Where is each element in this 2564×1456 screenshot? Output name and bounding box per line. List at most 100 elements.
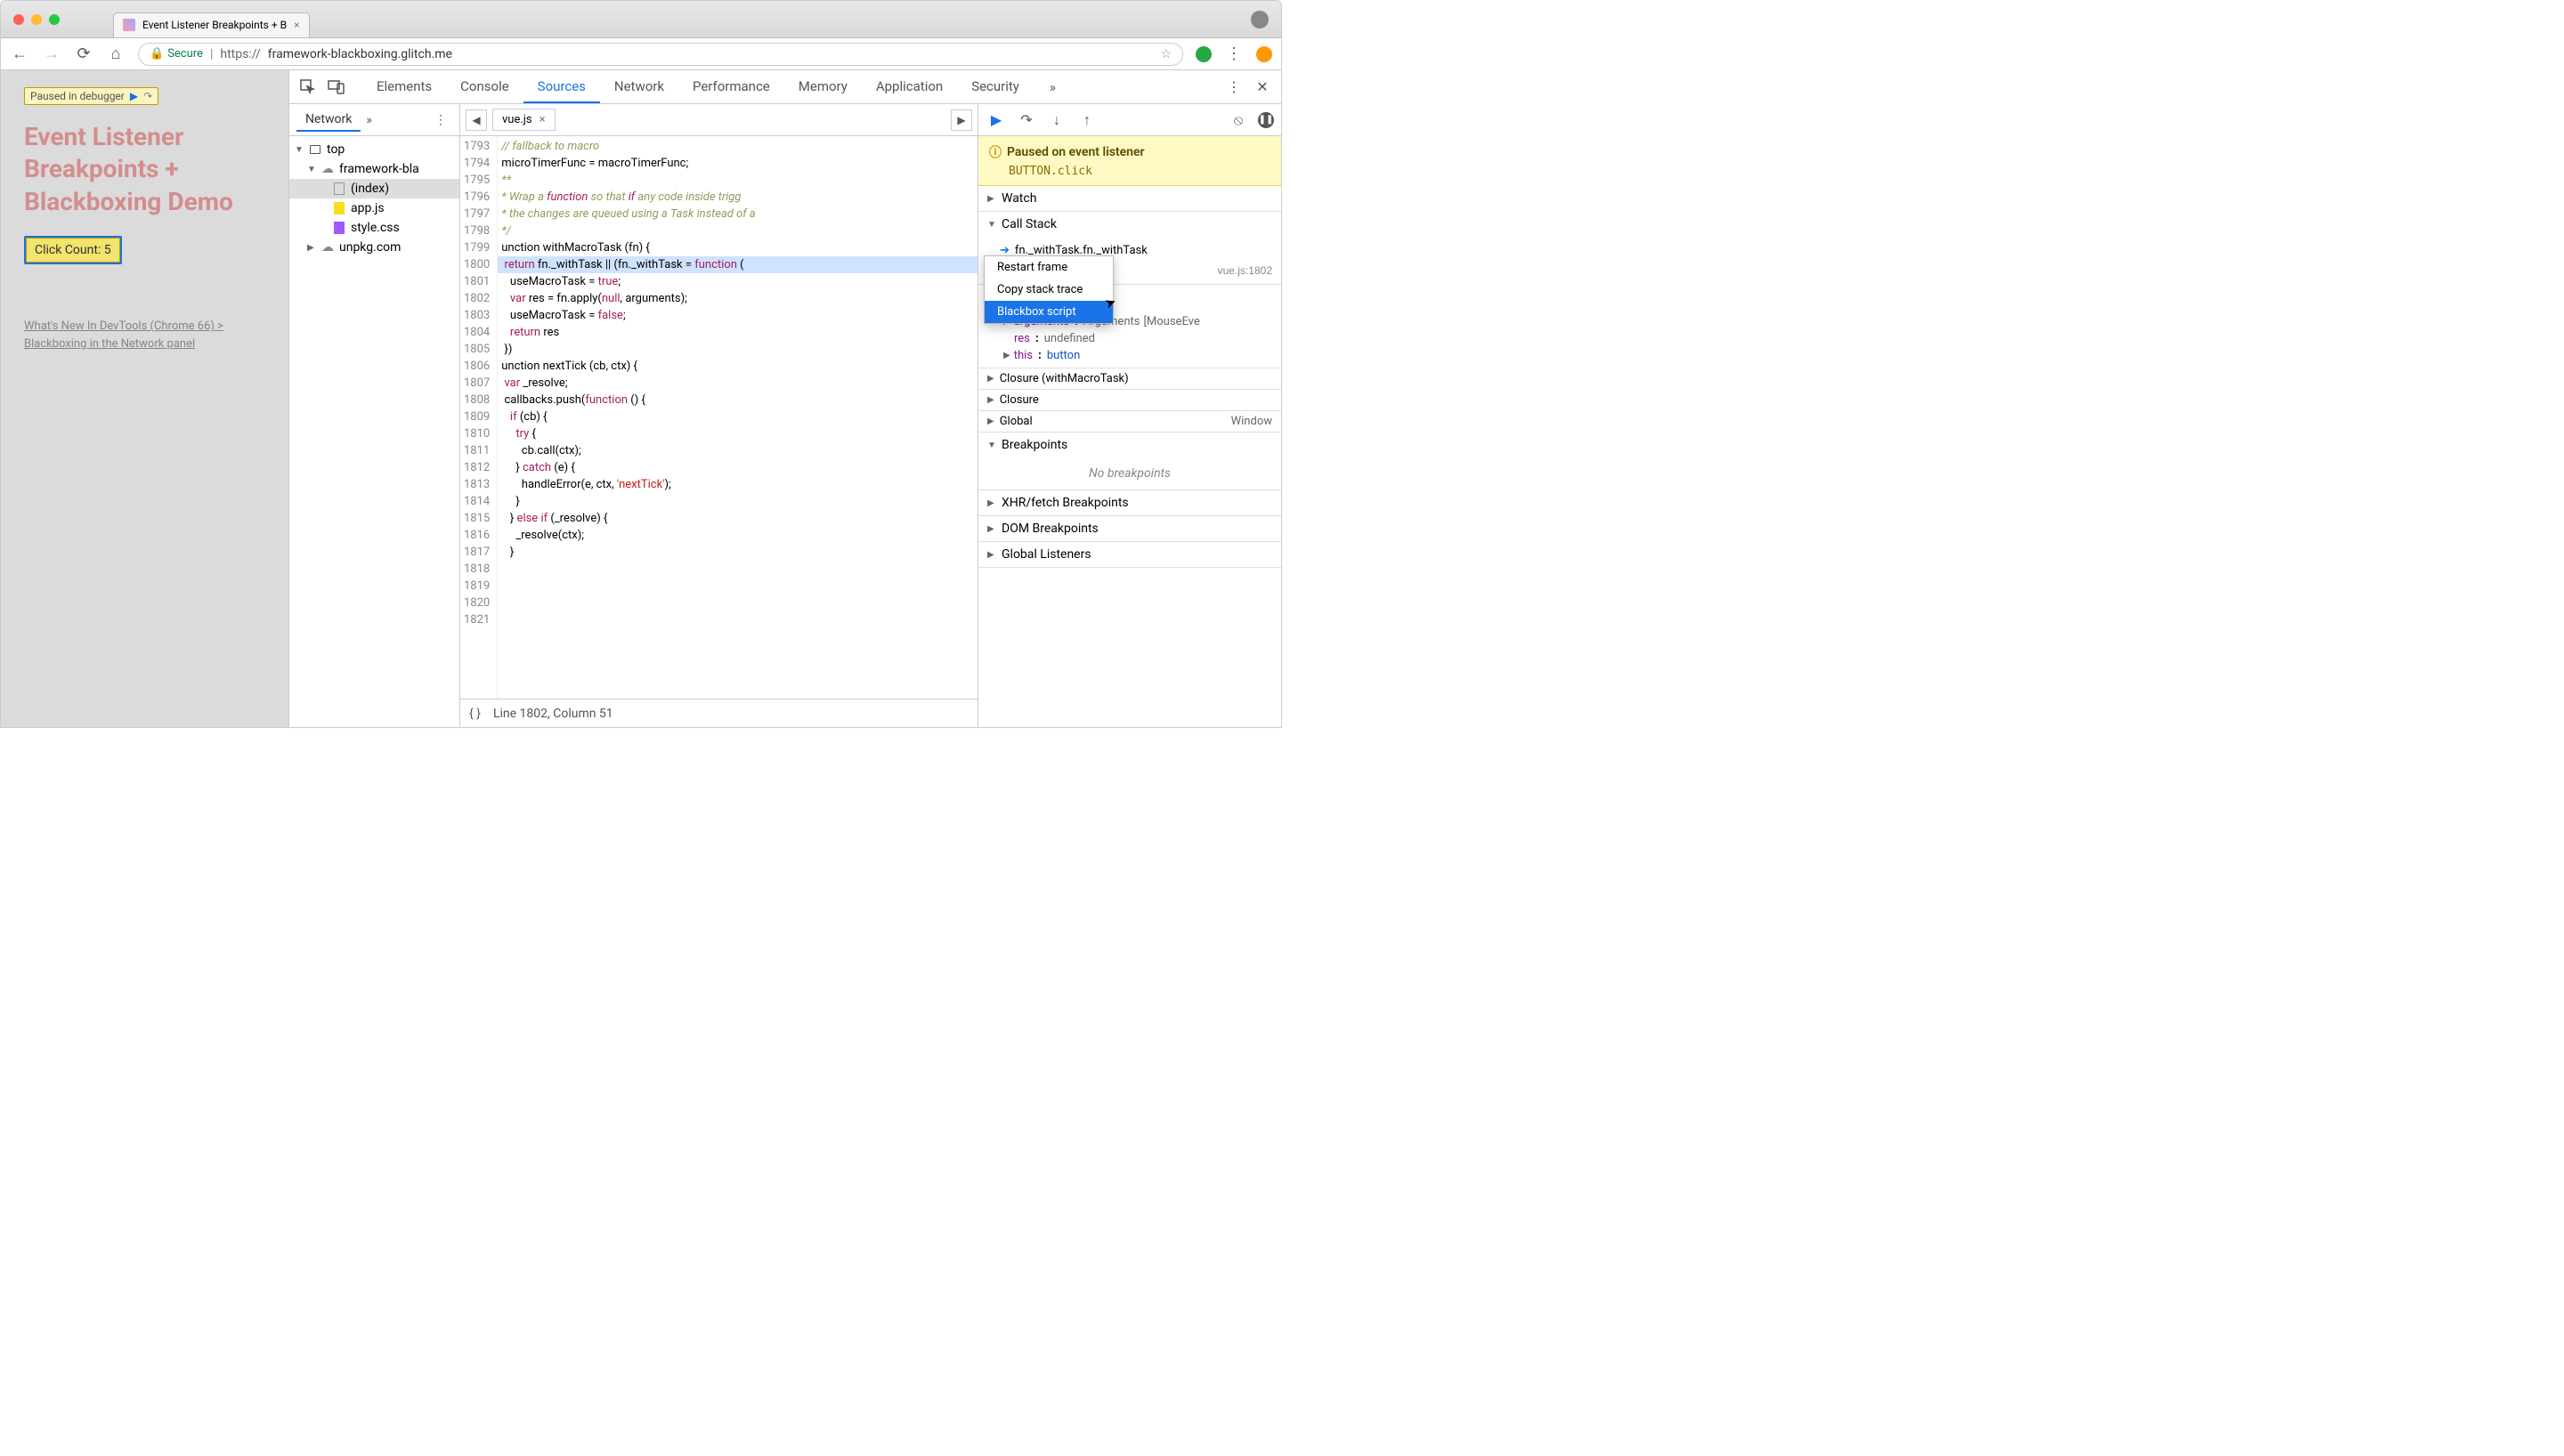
xhr-breakpoints-header[interactable]: ▶XHR/fetch Breakpoints xyxy=(978,490,1281,515)
forward-button[interactable]: → xyxy=(42,44,61,63)
info-icon: ⓘ xyxy=(989,143,1002,161)
editor-header: ◀ vue.js × ▶ xyxy=(460,104,978,136)
close-window-button[interactable] xyxy=(13,14,24,25)
minimize-window-button[interactable] xyxy=(31,14,42,25)
dom-breakpoints-header[interactable]: ▶DOM Breakpoints xyxy=(978,516,1281,541)
devtools-tab-bar: ElementsConsoleSourcesNetworkPerformance… xyxy=(289,70,1281,104)
scope-global-header[interactable]: ▶GlobalWindow xyxy=(978,411,1281,432)
secure-badge: 🔒 Secure xyxy=(150,47,203,61)
global-listeners-section: ▶Global Listeners xyxy=(978,542,1281,568)
inspect-element-icon[interactable] xyxy=(295,74,321,101)
tree-file-index[interactable]: (index) xyxy=(289,179,459,198)
scope-global-section: ▶GlobalWindow xyxy=(978,411,1281,433)
step-over-button[interactable]: ↷ xyxy=(1016,109,1037,131)
content-area: Paused in debugger ▶ ↷ Event Listener Br… xyxy=(1,70,1281,727)
maximize-window-button[interactable] xyxy=(49,14,60,25)
tree-cdn[interactable]: ▶☁unpkg.com xyxy=(289,238,459,257)
address-bar[interactable]: 🔒 Secure | https://framework-blackboxing… xyxy=(138,43,1183,66)
scope-this[interactable]: ▶this: button xyxy=(978,347,1281,364)
breakpoints-section: ▼Breakpoints No breakpoints xyxy=(978,433,1281,490)
watch-section: ▶Watch xyxy=(978,186,1281,212)
xhr-breakpoints-section: ▶XHR/fetch Breakpoints xyxy=(978,490,1281,516)
pause-exceptions-button[interactable]: ❚❚ xyxy=(1258,112,1274,128)
global-listeners-header[interactable]: ▶Global Listeners xyxy=(978,542,1281,567)
navigator-menu-icon[interactable]: ⋮ xyxy=(429,113,452,127)
editor-tab-close-icon[interactable]: × xyxy=(540,113,546,126)
devtools-tab-sources[interactable]: Sources xyxy=(523,71,600,103)
editor-nav-next-icon[interactable]: ▶ xyxy=(951,109,972,131)
tree-origin[interactable]: ▼☁framework-bla xyxy=(289,159,459,179)
devtools-tab-console[interactable]: Console xyxy=(446,71,523,103)
tree-file-appjs[interactable]: app.js xyxy=(289,198,459,218)
scope-closure1-header[interactable]: ▶Closure (withMacroTask) xyxy=(978,368,1281,389)
cursor-position: Line 1802, Column 51 xyxy=(493,707,613,721)
format-icon[interactable]: { } xyxy=(469,707,481,721)
editor-tab-vuejs[interactable]: vue.js × xyxy=(492,109,556,131)
scope-closure2-header[interactable]: ▶Closure xyxy=(978,390,1281,410)
debugger-sidebar: ▶ ↷ ↓ ↑ ⦸ ❚❚ ⓘPaused on event listener B… xyxy=(978,104,1281,727)
callstack-header[interactable]: ▼Call Stack xyxy=(978,212,1281,237)
cloud-icon: ☁ xyxy=(320,162,335,176)
home-button[interactable]: ⌂ xyxy=(106,44,126,63)
url-host: framework-blackboxing.glitch.me xyxy=(268,47,452,61)
titlebar: Event Listener Breakpoints + B × xyxy=(1,1,1281,38)
code-body[interactable]: 1793179417951796179717981799180018011802… xyxy=(460,136,978,699)
navigator-tab-network[interactable]: Network xyxy=(296,109,361,132)
no-breakpoints-label: No breakpoints xyxy=(978,457,1281,489)
ctx-restart-frame[interactable]: Restart frame xyxy=(985,256,1113,279)
watch-header[interactable]: ▶Watch xyxy=(978,186,1281,211)
resume-button[interactable]: ▶ xyxy=(986,109,1007,131)
devtools-tab-elements[interactable]: Elements xyxy=(362,71,446,103)
devtools-tab-memory[interactable]: Memory xyxy=(784,71,862,103)
devtools-tab-security[interactable]: Security xyxy=(957,71,1034,103)
menu-icon[interactable]: ⋮ xyxy=(1224,44,1244,63)
code-lines: // fallback to macromicroTimerFunc = mac… xyxy=(498,136,978,699)
pause-target: BUTTON.click xyxy=(989,161,1270,178)
step-out-button[interactable]: ↑ xyxy=(1076,109,1098,131)
stack-location: vue.js:1802 xyxy=(1218,264,1272,277)
scope-res[interactable]: res: undefined xyxy=(978,330,1281,347)
devtools-tab-application[interactable]: Application xyxy=(862,71,957,103)
editor-footer: { } Line 1802, Column 51 xyxy=(460,699,978,727)
reload-button[interactable]: ⟳ xyxy=(74,44,93,63)
deactivate-breakpoints-button[interactable]: ⦸ xyxy=(1228,109,1249,131)
traffic-lights xyxy=(13,14,60,25)
url-prefix: https:// xyxy=(220,47,260,61)
ctx-blackbox-script[interactable]: Blackbox script xyxy=(985,301,1113,323)
navigator-header: Network » ⋮ xyxy=(289,104,459,136)
devtools-tab-network[interactable]: Network xyxy=(600,71,678,103)
browser-tab[interactable]: Event Listener Breakpoints + B × xyxy=(113,12,310,37)
close-tab-icon[interactable]: × xyxy=(294,19,299,31)
debugger-toolbar: ▶ ↷ ↓ ↑ ⦸ ❚❚ xyxy=(978,104,1281,136)
file-tree: ▼top ▼☁framework-bla (index) app.js styl… xyxy=(289,136,459,727)
tree-top[interactable]: ▼top xyxy=(289,140,459,159)
devtools-tab-performance[interactable]: Performance xyxy=(678,71,784,103)
favicon-icon xyxy=(123,19,135,31)
browser-window: Event Listener Breakpoints + B × ← → ⟳ ⌂… xyxy=(0,0,1282,728)
tree-file-stylecss[interactable]: style.css xyxy=(289,218,459,238)
navigator-more-icon[interactable]: » xyxy=(366,113,372,127)
update-warning-icon[interactable] xyxy=(1256,46,1272,62)
dom-breakpoints-section: ▶DOM Breakpoints xyxy=(978,516,1281,542)
lock-icon: 🔒 xyxy=(150,47,164,61)
pause-message: ⓘPaused on event listener BUTTON.click xyxy=(978,136,1281,186)
tab-title: Event Listener Breakpoints + B xyxy=(142,19,287,31)
debug-overlay xyxy=(1,70,288,727)
step-into-button[interactable]: ↓ xyxy=(1046,109,1067,131)
device-toggle-icon[interactable] xyxy=(323,74,350,101)
devtools-close-icon[interactable]: ✕ xyxy=(1249,74,1276,101)
editor-nav-prev-icon[interactable]: ◀ xyxy=(466,109,487,131)
devtools-menu-icon[interactable]: ⋮ xyxy=(1221,74,1247,101)
context-menu: Restart frame Copy stack trace Blackbox … xyxy=(984,255,1114,324)
page-viewport: Paused in debugger ▶ ↷ Event Listener Br… xyxy=(1,70,289,727)
cloud-icon: ☁ xyxy=(320,240,335,255)
devtools-panel: ElementsConsoleSourcesNetworkPerformance… xyxy=(289,70,1281,727)
profile-avatar-icon[interactable] xyxy=(1251,11,1269,28)
back-button[interactable]: ← xyxy=(10,44,29,63)
bookmark-star-icon[interactable]: ☆ xyxy=(1160,47,1172,61)
more-tabs-icon[interactable]: » xyxy=(1035,72,1070,102)
extension-icon[interactable] xyxy=(1196,46,1212,62)
breakpoints-header[interactable]: ▼Breakpoints xyxy=(978,433,1281,457)
scope-closure1-section: ▶Closure (withMacroTask) xyxy=(978,368,1281,390)
ctx-copy-stack[interactable]: Copy stack trace xyxy=(985,279,1113,301)
